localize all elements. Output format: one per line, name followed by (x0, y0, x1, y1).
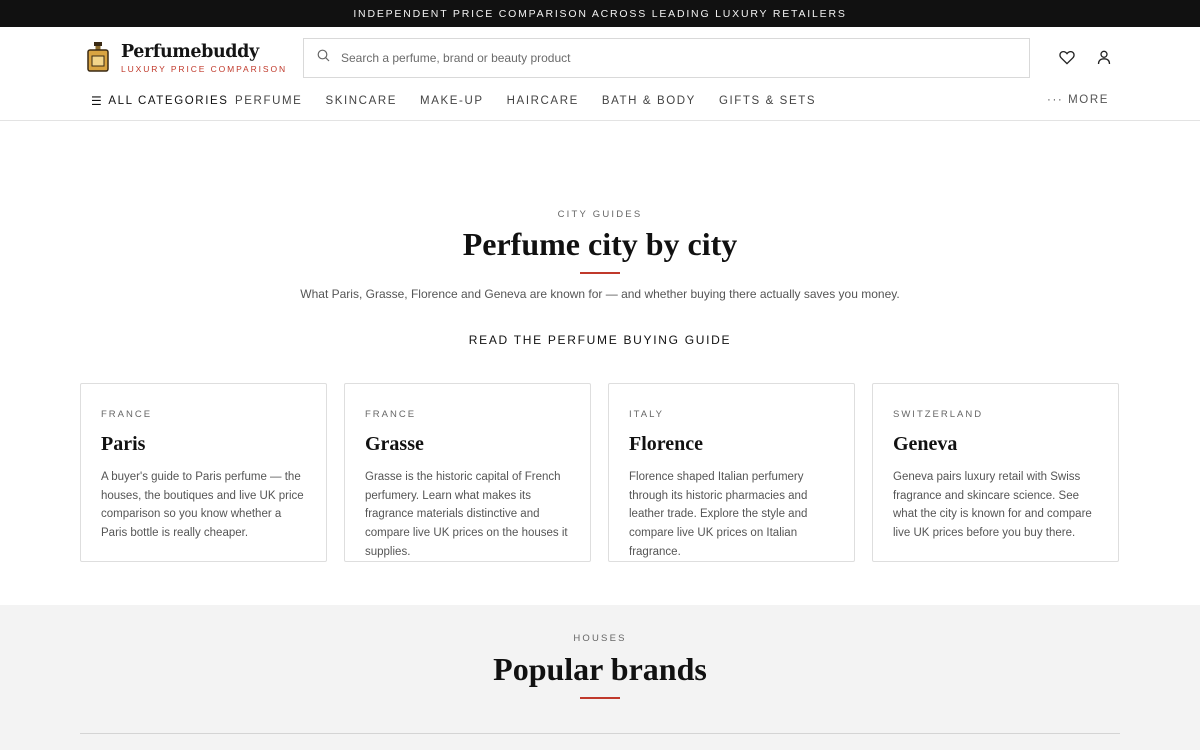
city-card-grid: FRANCE Paris A buyer's guide to Paris pe… (80, 383, 1119, 562)
site-logo[interactable]: Perfumebuddy LUXURY PRICE COMPARISON (85, 41, 287, 74)
card-description: A buyer's guide to Paris perfume — the h… (101, 471, 304, 540)
buying-guide-link[interactable]: READ THE PERFUME BUYING GUIDE (0, 333, 1200, 347)
site-header: Perfumebuddy LUXURY PRICE COMPARISON ☰ A… (0, 27, 1200, 121)
city-card-grasse[interactable]: FRANCE Grasse Grasse is the historic cap… (344, 383, 591, 562)
nav-item-perfume[interactable]: PERFUME (235, 95, 302, 107)
more-menu-button[interactable]: ··· MORE (1047, 94, 1109, 106)
accent-divider (580, 697, 620, 699)
announcement-text: INDEPENDENT PRICE COMPARISON ACROSS LEAD… (353, 7, 847, 20)
user-icon[interactable] (1095, 49, 1112, 66)
all-categories-label: ALL CATEGORIES (108, 95, 229, 107)
all-categories-button[interactable]: ☰ ALL CATEGORIES (91, 94, 229, 108)
nav-item-gifts-sets[interactable]: GIFTS & SETS (719, 95, 816, 107)
section-title: Popular brands (493, 651, 707, 687)
card-city: Grasse (365, 433, 424, 455)
nav-item-makeup[interactable]: MAKE-UP (420, 95, 484, 107)
nav-item-bath-body[interactable]: BATH & BODY (602, 95, 696, 107)
popular-brands-section: HOUSES Popular brands (0, 605, 1200, 750)
accent-divider (580, 272, 620, 274)
section-eyebrow: HOUSES (573, 633, 627, 644)
card-country: SWITZERLAND (893, 409, 984, 420)
card-description: Geneva pairs luxury retail with Swiss fr… (893, 471, 1092, 540)
perfume-bottle-icon (85, 41, 111, 73)
card-description: Grasse is the historic capital of French… (365, 471, 568, 558)
heart-icon[interactable] (1058, 49, 1075, 66)
card-country: FRANCE (365, 409, 417, 420)
main-nav: ☰ ALL CATEGORIES PERFUME SKINCARE MAKE-U… (0, 93, 1200, 117)
nav-item-haircare[interactable]: HAIRCARE (507, 95, 579, 107)
section-divider (80, 733, 1120, 734)
brand-name: Perfumebuddy (121, 42, 259, 62)
section-lede: What Paris, Grasse, Florence and Geneva … (300, 287, 900, 301)
menu-icon: ☰ (91, 94, 104, 108)
search-input[interactable] (341, 51, 941, 65)
city-guides-section: CITY GUIDES Perfume city by city What Pa… (0, 121, 1200, 605)
city-card-florence[interactable]: ITALY Florence Florence shaped Italian p… (608, 383, 855, 562)
card-country: ITALY (629, 409, 664, 420)
search-bar[interactable] (303, 38, 1030, 78)
card-country: FRANCE (101, 409, 153, 420)
nav-item-skincare[interactable]: SKINCARE (325, 95, 397, 107)
city-card-geneva[interactable]: SWITZERLAND Geneva Geneva pairs luxury r… (872, 383, 1119, 562)
section-eyebrow: CITY GUIDES (557, 209, 643, 220)
city-card-paris[interactable]: FRANCE Paris A buyer's guide to Paris pe… (80, 383, 327, 562)
card-city: Florence (629, 433, 704, 455)
card-city: Geneva (893, 433, 958, 455)
card-city: Paris (101, 433, 146, 455)
announcement-bar: INDEPENDENT PRICE COMPARISON ACROSS LEAD… (0, 0, 1200, 27)
search-icon (317, 49, 330, 67)
section-title: Perfume city by city (462, 226, 738, 262)
brand-tagline: LUXURY PRICE COMPARISON (121, 64, 288, 74)
card-description: Florence shaped Italian perfumery throug… (629, 471, 808, 558)
